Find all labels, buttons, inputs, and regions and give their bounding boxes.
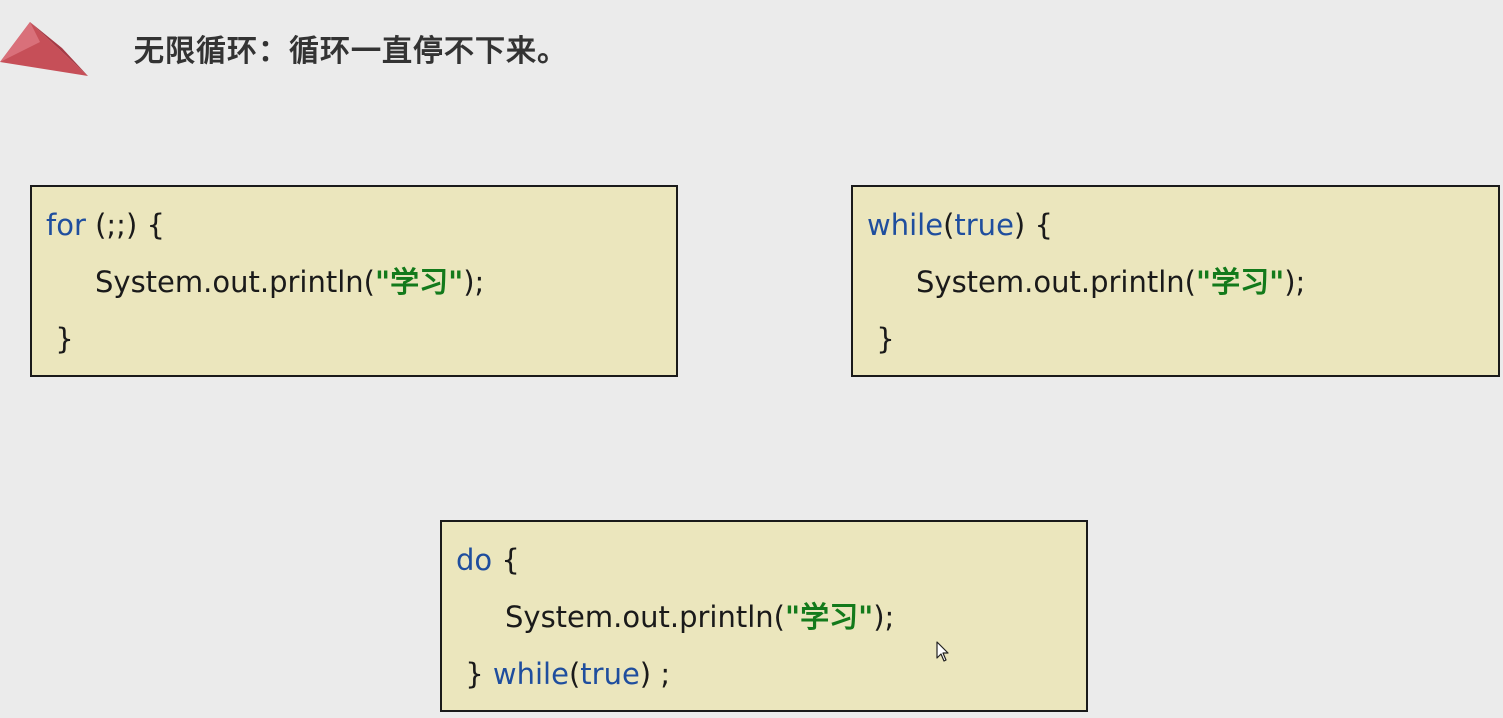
keyword-true: true (580, 657, 640, 691)
paren-open: ( (568, 657, 581, 691)
println-end: ); (463, 265, 485, 299)
paren-open: ( (943, 208, 955, 242)
while-loop-code-box: while(true) { System.out.println("学习"); … (851, 185, 1500, 377)
keyword-do: do (456, 543, 493, 577)
do-body-line: System.out.println("学习"); (505, 599, 894, 635)
slide-title: 无限循环：循环一直停不下来。 (134, 34, 568, 69)
string-literal: "学习" (374, 265, 464, 299)
println-end: ); (1284, 265, 1306, 299)
closing-brace: } (456, 657, 493, 691)
string-literal: "学习" (784, 600, 874, 634)
do-header-rest: { (492, 543, 520, 577)
for-body-line: System.out.println("学习"); (95, 264, 484, 300)
while-body-line: System.out.println("学习"); (916, 264, 1305, 300)
string-literal: "学习" (1195, 265, 1285, 299)
keyword-while: while (492, 657, 569, 691)
while-closing-line: } (867, 322, 895, 356)
do-closing-rest: ) ; (639, 657, 671, 691)
keyword-for: for (46, 208, 86, 242)
while-header-line: while(true) { (867, 207, 1053, 243)
println-end: ); (873, 600, 895, 634)
do-while-loop-code-box: do { System.out.println("学习"); } while(t… (440, 520, 1088, 712)
for-closing-line: } (46, 322, 74, 356)
println-call: System.out.println( (916, 265, 1196, 299)
keyword-true: true (954, 208, 1014, 242)
for-loop-code-box: for (;;) { System.out.println("学习"); } (30, 185, 678, 377)
mouse-pointer-icon (936, 641, 949, 662)
do-header-line: do { (456, 542, 520, 578)
pyramid-logo-icon (0, 22, 88, 76)
for-header-rest: (;;) { (85, 208, 165, 242)
println-call: System.out.println( (95, 265, 375, 299)
keyword-while: while (867, 208, 944, 242)
while-header-rest: ) { (1013, 208, 1053, 242)
do-closing-line: } while(true) ; (456, 656, 670, 692)
println-call: System.out.println( (505, 600, 785, 634)
for-header-line: for (;;) { (46, 207, 165, 243)
